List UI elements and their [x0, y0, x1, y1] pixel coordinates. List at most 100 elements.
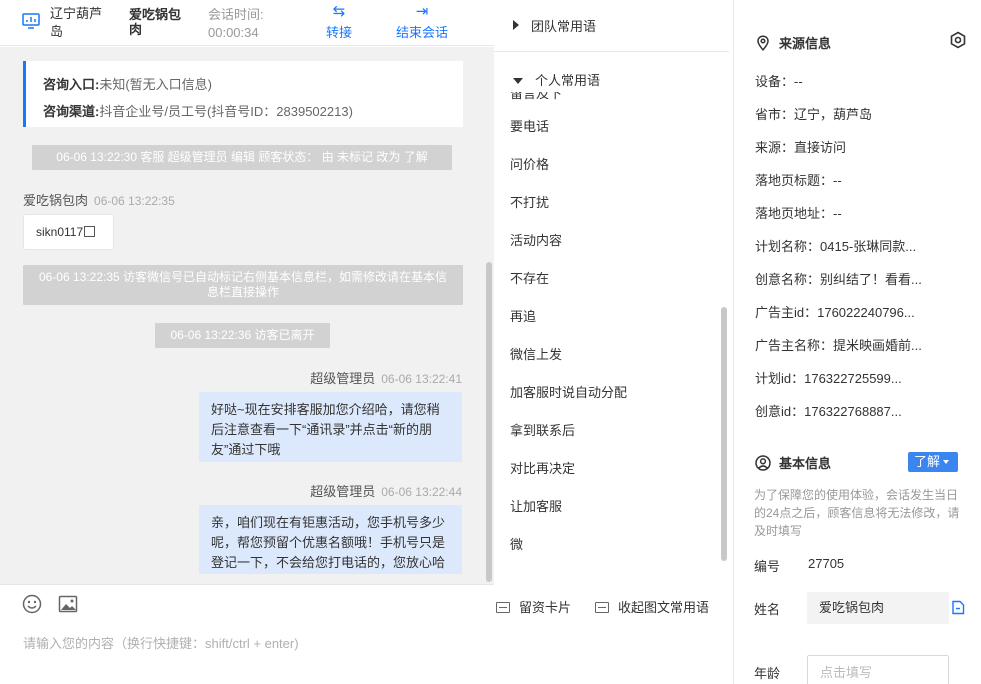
edit-icon[interactable] [951, 600, 965, 615]
customer-info-panel: 来源信息 设备：-- 省市：辽宁，葫芦岛 来源：直接访问 落地页标题：-- 落地… [735, 0, 981, 684]
message-list[interactable]: 咨询入口:未知(暂无入口信息) 咨询渠道:抖音企业号/员工号(抖音号ID：283… [0, 47, 494, 584]
message-icon [595, 602, 609, 613]
name-field[interactable]: 爱吃锅包肉 [807, 592, 949, 624]
source-info-row: 落地页地址：-- [755, 206, 842, 221]
monitor-icon [22, 13, 40, 29]
customer-message-bubble[interactable]: sikn0117 [23, 214, 114, 250]
customer-name: 爱吃锅包肉 [129, 7, 182, 37]
message-composer[interactable]: 请输入您的内容（换行快捷键：shift/ctrl + enter) [0, 584, 494, 684]
session-time-label: 会话时间: [208, 7, 264, 22]
customer-status-dropdown[interactable]: 了解 [908, 452, 958, 472]
system-message: 06-06 13:22:30 客服 超级管理员 编辑 顾客状态： 由 未标记 改… [32, 145, 452, 170]
agent-message-meta: 超级管理员 06-06 13:22:41 [310, 368, 462, 387]
collapse-media-phrases-label: 收起图文常用语 [618, 600, 710, 615]
age-label: 年龄 [754, 666, 781, 681]
source-info-row: 省市：辽宁，葫芦岛 [755, 107, 873, 122]
team-phrases-header[interactable]: 团队常用语 [513, 16, 596, 35]
agent-message-bubble[interactable]: 好哒~现在安排客服加您介绍哈，请您稍后注意查看一下“通讯录”并点击“新的朋友”通… [199, 392, 462, 462]
consult-entry-label: 咨询入口: [43, 77, 100, 92]
team-phrases-label: 团队常用语 [531, 19, 597, 34]
source-info-row: 计划名称：0415-张琳同款... [755, 239, 917, 254]
consult-channel-label: 咨询渠道: [43, 104, 100, 119]
system-message: 06-06 13:22:35 访客微信号已自动标记右侧基本信息栏，如需修改请在基… [23, 265, 463, 305]
chat-scrollbar[interactable] [486, 262, 492, 582]
consult-source-card: 咨询入口:未知(暂无入口信息) 咨询渠道:抖音企业号/员工号(抖音号ID：283… [23, 61, 463, 127]
phrase-list[interactable]: 留言及下 要电话 问价格 不打扰 活动内容 不存在 再追 微信上发 加客服时说自… [494, 92, 716, 566]
source-info-row: 广告主名称：提米映画婚前... [755, 338, 922, 353]
phrase-item[interactable]: 微信上发 [510, 344, 562, 363]
personal-phrases-header[interactable]: 个人常用语 [513, 70, 600, 89]
personal-phrases-label: 个人常用语 [535, 73, 601, 88]
visitor-location: 辽宁葫芦岛 [50, 6, 103, 39]
phrase-item[interactable]: 不打扰 [510, 192, 549, 211]
source-info-row: 创意名称：别纠结了！看看... [755, 272, 922, 287]
message-input[interactable]: 请输入您的内容（换行快捷键：shift/ctrl + enter) [23, 633, 299, 652]
phrase-item[interactable]: 拿到联系后 [510, 420, 575, 439]
exit-icon: ⇥ [415, 3, 429, 20]
customer-message-text: sikn0117 [36, 225, 84, 239]
source-info-row: 创意id：176322768887... [755, 404, 902, 419]
transfer-button[interactable]: ⇆ 转接 [326, 2, 352, 41]
copy-icon[interactable] [84, 226, 96, 237]
location-pin-icon [757, 35, 769, 51]
customer-status-value: 了解 [914, 454, 941, 469]
phrase-item[interactable]: 不存在 [510, 268, 549, 287]
image-icon[interactable] [58, 594, 78, 614]
phrase-item[interactable]: 微 [510, 534, 523, 553]
phrase-item[interactable]: 问价格 [510, 154, 549, 173]
card-icon [496, 602, 510, 613]
customer-message-sender: 爱吃锅包肉 [23, 193, 89, 208]
transfer-icon: ⇆ [332, 3, 346, 20]
phrase-item[interactable]: 留言及下 [510, 92, 562, 102]
source-info-label: 来源信息 [779, 36, 832, 51]
phrase-panel: 团队常用语 个人常用语 留言及下 要电话 问价格 不打扰 活动内容 不存在 再追… [494, 0, 734, 684]
phrase-item[interactable]: 让加客服 [510, 496, 562, 515]
phrase-item[interactable]: 要电话 [510, 116, 549, 135]
phrase-scrollbar[interactable] [721, 307, 727, 561]
transfer-label: 转接 [326, 25, 353, 40]
emoji-icon[interactable] [22, 594, 42, 614]
phrase-item[interactable]: 对比再决定 [510, 458, 575, 477]
system-message: 06-06 13:22:36 访客已离开 [155, 323, 330, 348]
session-time-value: 00:00:34 [208, 25, 259, 40]
consult-channel-value: 抖音企业号/员工号(抖音号ID：2839502213) [99, 104, 353, 119]
collapse-media-phrases-button[interactable]: 收起图文常用语 [595, 597, 709, 616]
agent-message-sender: 超级管理员 [310, 371, 376, 386]
consult-entry-value: 未知(暂无入口信息) [99, 77, 213, 92]
chat-panel: 辽宁葫芦岛 爱吃锅包肉 会话时间: 00:00:34 ⇆ 转接 ⇥ 结束会话 咨… [0, 0, 494, 684]
id-label: 编号 [754, 559, 781, 574]
source-info-row: 落地页标题：-- [755, 173, 842, 188]
personal-phrases-group[interactable]: 个人常用语 [494, 52, 729, 92]
settings-icon[interactable] [949, 31, 967, 49]
customer-message-meta: 爱吃锅包肉 06-06 13:22:35 [23, 190, 175, 209]
consult-entry-row: 咨询入口:未知(暂无入口信息) [43, 71, 463, 98]
id-value: 27705 [808, 556, 845, 571]
basic-info-label: 基本信息 [779, 456, 832, 471]
chat-header: 辽宁葫芦岛 爱吃锅包肉 会话时间: 00:00:34 ⇆ 转接 ⇥ 结束会话 [0, 0, 494, 46]
source-info-row: 广告主id：176022240796... [755, 305, 915, 320]
agent-message-bubble[interactable]: 亲，咱们现在有钜惠活动，您手机号多少呢，帮您预留个优惠名额哦！手机号只是登记一下… [199, 505, 462, 574]
source-info-row: 设备：-- [755, 74, 803, 89]
end-session-button[interactable]: ⇥ 结束会话 [396, 2, 448, 41]
caret-down-icon [943, 460, 950, 464]
customer-message-time: 06-06 13:22:35 [94, 194, 175, 208]
phrase-item[interactable]: 加客服时说自动分配 [510, 382, 627, 401]
consult-channel-row: 咨询渠道:抖音企业号/员工号(抖音号ID：2839502213) [43, 98, 463, 125]
lead-card-label: 留资卡片 [519, 600, 572, 615]
age-field[interactable] [807, 655, 949, 684]
caret-right-icon [513, 20, 519, 30]
team-phrases-group[interactable]: 团队常用语 [494, 0, 729, 52]
lead-card-button[interactable]: 留资卡片 [496, 597, 571, 616]
agent-message-time: 06-06 13:22:44 [381, 485, 462, 499]
name-label: 姓名 [754, 602, 781, 617]
caret-down-icon [513, 78, 523, 84]
source-info-row: 计划id：176322725599... [755, 371, 902, 386]
source-info-row: 来源：直接访问 [755, 140, 847, 155]
phrase-item[interactable]: 活动内容 [510, 230, 562, 249]
end-session-label: 结束会话 [396, 25, 449, 40]
basic-info-title: 基本信息 [755, 453, 831, 472]
agent-message-sender: 超级管理员 [310, 484, 376, 499]
source-info-title: 来源信息 [755, 33, 831, 52]
phrase-item[interactable]: 再追 [510, 306, 536, 325]
edit-notice: 为了保障您的使用体验，会话发生当日的24点之后，顾客信息将无法修改，请及时填写 [754, 488, 960, 538]
